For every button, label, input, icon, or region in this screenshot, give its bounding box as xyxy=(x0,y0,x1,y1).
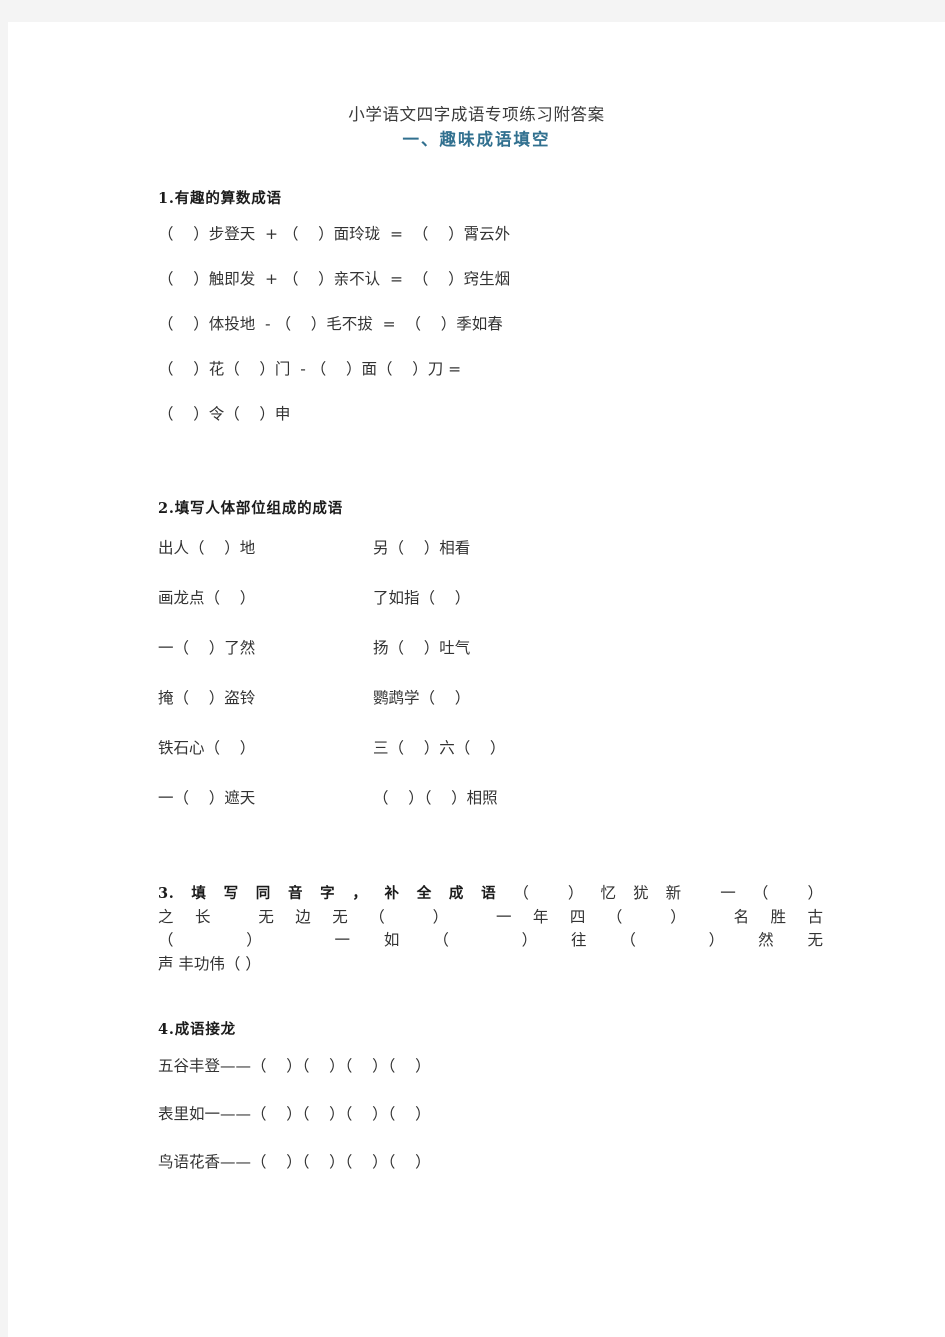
section-2: 2.填写人体部位组成的成语 出人（ ）地 另（ ）相看 画龙点（ ） 了如指（ … xyxy=(158,497,838,822)
section-1: 1.有趣的算数成语 （ ）步登天 + （ ）面玲珑 = （ ）霄云外 （ ）触即… xyxy=(158,187,838,437)
section-3-line: 之长 无边无（ ） 一年四（ ） 名胜古 xyxy=(158,907,823,926)
section-2-right-cell: 另（ ）相看 xyxy=(373,539,471,557)
section-3-inline-text: （ ）忆犹新 一（ ） xyxy=(513,884,823,902)
section-4: 4.成语接龙 五谷丰登——（ ）（ ）（ ）（ ） 表里如一——（ ）（ ）（ … xyxy=(158,1018,838,1187)
section-2-right-cell: 三（ ）六（ ） xyxy=(373,739,506,757)
section-3-line: 3.填写同音字，补全成语（ ）忆犹新 一（ ） xyxy=(158,882,823,906)
section-1-line: （ ）体投地 - （ ）毛不拔 = （ ）季如春 xyxy=(158,314,503,333)
section-2-row: 出人（ ）地 另（ ）相看 xyxy=(158,522,838,572)
section-2-left-cell: 出人（ ）地 xyxy=(158,539,256,557)
section-4-line: 表里如一——（ ）（ ）（ ）（ ） xyxy=(158,1105,431,1124)
section-2-right-cell: 了如指（ ） xyxy=(373,589,471,607)
section-2-row: 一（ ）了然 扬（ ）吐气 xyxy=(158,622,838,672)
section-2-left-cell: 一（ ）遮天 xyxy=(158,789,256,807)
document-title: 小学语文四字成语专项练习附答案 xyxy=(348,105,605,124)
section-2-row: 画龙点（ ） 了如指（ ） xyxy=(158,572,838,622)
section-3-heading: 3.填写同音字，补全成语 xyxy=(158,885,514,902)
document-page: 小学语文四字成语专项练习附答案 一、趣味成语填空 1.有趣的算数成语 （ ）步登… xyxy=(8,22,945,1337)
section-1-line: （ ）令（ ）申 xyxy=(158,404,291,423)
section-3-line: 声 丰功伟（ ） xyxy=(158,954,261,973)
section-2-left-cell: 掩（ ）盗铃 xyxy=(158,689,256,707)
section-1-line: （ ）步登天 + （ ）面玲珑 = （ ）霄云外 xyxy=(158,224,511,243)
section-2-right-cell: 鹦鹉学（ ） xyxy=(373,689,471,707)
section-4-line: 鸟语花香——（ ）（ ）（ ）（ ） xyxy=(158,1153,431,1172)
section-2-left-cell: 一（ ）了然 xyxy=(158,639,256,657)
section-3: 3.填写同音字，补全成语（ ）忆犹新 一（ ） 之长 无边无（ ） 一年四（ ）… xyxy=(158,882,823,976)
section-2-row: 铁石心（ ） 三（ ）六（ ） xyxy=(158,722,838,772)
exercise-content: 1.有趣的算数成语 （ ）步登天 + （ ）面玲珑 = （ ）霄云外 （ ）触即… xyxy=(158,187,838,1187)
section-2-right-cell: 扬（ ）吐气 xyxy=(373,639,471,657)
section-1-line: （ ）触即发 + （ ）亲不认 = （ ）窍生烟 xyxy=(158,269,511,288)
page-content-area: 小学语文四字成语专项练习附答案 一、趣味成语填空 1.有趣的算数成语 （ ）步登… xyxy=(8,22,945,1337)
section-4-line: 五谷丰登——（ ）（ ）（ ）（ ） xyxy=(158,1057,431,1076)
section-2-heading: 2.填写人体部位组成的成语 xyxy=(158,500,344,517)
section-2-left-cell: 画龙点（ ） xyxy=(158,589,256,607)
section-1-line: （ ）花（ ）门 - （ ）面（ ）刀 = xyxy=(158,359,462,378)
document-subtitle: 一、趣味成语填空 xyxy=(402,129,551,149)
section-2-left-cell: 铁石心（ ） xyxy=(158,739,256,757)
section-3-line: （ ） 一如（ ）往（ ）然无 xyxy=(158,931,823,950)
section-1-heading: 1.有趣的算数成语 xyxy=(158,190,282,207)
section-4-heading: 4.成语接龙 xyxy=(158,1021,236,1039)
section-2-row: 一（ ）遮天 （ ）（ ）相照 xyxy=(158,772,838,822)
section-2-right-cell: （ ）（ ）相照 xyxy=(373,789,498,807)
section-2-row: 掩（ ）盗铃 鹦鹉学（ ） xyxy=(158,672,838,722)
